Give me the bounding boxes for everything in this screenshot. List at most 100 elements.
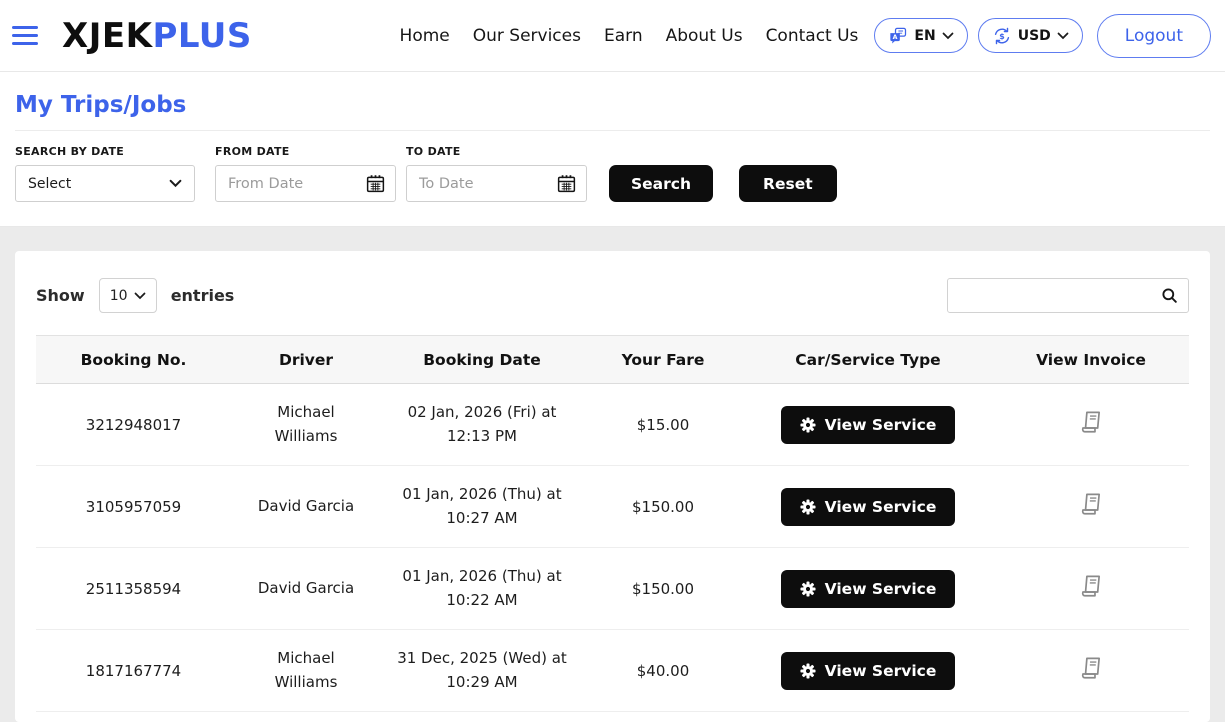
booking-no-cell: 3105957059 [36, 466, 231, 548]
col-view-invoice: View Invoice [993, 336, 1189, 384]
gear-icon [800, 417, 816, 433]
table-search-field [947, 278, 1189, 313]
driver-cell: Michael Williams [231, 384, 381, 466]
search-icon[interactable] [1160, 286, 1179, 305]
col-your-fare: Your Fare [583, 336, 743, 384]
service-type-cell: View Service [743, 630, 993, 712]
svg-text:A: A [893, 34, 898, 41]
fare-cell: $150.00 [583, 548, 743, 630]
gear-icon [800, 581, 816, 597]
content-area: Show 10 entries Booking [0, 227, 1225, 722]
service-type-cell: View Service [743, 466, 993, 548]
currency-selector[interactable]: $ USD [978, 18, 1083, 53]
svg-text:$: $ [999, 31, 1005, 40]
language-selector[interactable]: A EN [874, 18, 967, 53]
trips-table: Booking No. Driver Booking Date Your Far… [36, 335, 1189, 712]
fare-cell: $40.00 [583, 630, 743, 712]
view-service-button[interactable]: View Service [781, 488, 956, 526]
page-title: My Trips/Jobs [15, 92, 1210, 130]
search-button[interactable]: Search [609, 165, 713, 202]
table-search-input[interactable] [958, 288, 1160, 304]
search-by-date-label: SEARCH BY DATE [15, 145, 195, 158]
title-section: My Trips/Jobs [0, 72, 1225, 131]
table-row: 3105957059 David Garcia 01 Jan, 2026 (Th… [36, 466, 1189, 548]
trips-table-body: 3212948017 Michael Williams 02 Jan, 2026… [36, 384, 1189, 712]
logo-text-blue: PLUS [152, 16, 251, 56]
view-service-label: View Service [825, 580, 937, 598]
booking-date-cell: 31 Dec, 2025 (Wed) at 10:29 AM [381, 630, 583, 712]
driver-cell: David Garcia [231, 548, 381, 630]
invoice-cell [993, 466, 1189, 548]
nav-contact-us[interactable]: Contact Us [766, 26, 859, 46]
booking-date-cell: 02 Jan, 2026 (Fri) at 12:13 PM [381, 384, 583, 466]
filters-bar: SEARCH BY DATE Select FROM DATE TO DATE [0, 131, 1225, 227]
driver-cell: Michael Williams [231, 630, 381, 712]
from-date-label: FROM DATE [215, 145, 396, 158]
invoice-cell [993, 384, 1189, 466]
view-invoice-icon[interactable] [1078, 573, 1105, 600]
entries-label: entries [171, 286, 235, 305]
nav-our-services[interactable]: Our Services [473, 26, 581, 46]
gear-icon [800, 499, 816, 515]
currency-exchange-icon: $ [992, 26, 1012, 46]
view-invoice-icon[interactable] [1078, 655, 1105, 682]
fare-cell: $150.00 [583, 466, 743, 548]
booking-no-cell: 1817167774 [36, 630, 231, 712]
view-invoice-icon[interactable] [1078, 409, 1105, 436]
app-logo[interactable]: XJEK PLUS [62, 16, 252, 56]
view-service-button[interactable]: View Service [781, 652, 956, 690]
view-service-label: View Service [825, 498, 937, 516]
calendar-icon[interactable] [556, 173, 577, 194]
nav-about-us[interactable]: About Us [666, 26, 743, 46]
page-size-value: 10 [110, 288, 128, 304]
driver-cell: David Garcia [231, 466, 381, 548]
nav-home[interactable]: Home [400, 26, 450, 46]
service-type-cell: View Service [743, 548, 993, 630]
search-by-date-value: Select [28, 176, 71, 192]
gear-icon [800, 663, 816, 679]
logo-text-black: XJEK [62, 16, 152, 56]
main-nav: Home Our Services Earn About Us Contact … [400, 26, 859, 46]
table-controls: Show 10 entries [36, 278, 1189, 313]
app-header: XJEK PLUS Home Our Services Earn About U… [0, 0, 1225, 72]
translate-icon: A [888, 26, 908, 46]
fare-cell: $15.00 [583, 384, 743, 466]
booking-date-cell: 01 Jan, 2026 (Thu) at 10:22 AM [381, 548, 583, 630]
to-date-input[interactable] [419, 176, 556, 192]
col-booking-no: Booking No. [36, 336, 231, 384]
reset-button[interactable]: Reset [739, 165, 837, 202]
chevron-down-icon [1057, 32, 1069, 40]
menu-hamburger-icon[interactable] [12, 26, 38, 45]
table-header-row: Booking No. Driver Booking Date Your Far… [36, 336, 1189, 384]
invoice-cell [993, 548, 1189, 630]
view-service-label: View Service [825, 662, 937, 680]
invoice-cell [993, 630, 1189, 712]
nav-earn[interactable]: Earn [604, 26, 643, 46]
logout-button[interactable]: Logout [1097, 14, 1211, 58]
view-service-button[interactable]: View Service [781, 406, 956, 444]
from-date-field [215, 165, 396, 202]
language-value: EN [914, 28, 935, 44]
booking-date-cell: 01 Jan, 2026 (Thu) at 10:27 AM [381, 466, 583, 548]
table-row: 1817167774 Michael Williams 31 Dec, 2025… [36, 630, 1189, 712]
to-date-label: TO DATE [406, 145, 587, 158]
from-date-input[interactable] [228, 176, 365, 192]
col-service-type: Car/Service Type [743, 336, 993, 384]
calendar-icon[interactable] [365, 173, 386, 194]
currency-value: USD [1018, 28, 1051, 44]
chevron-down-icon [134, 292, 146, 300]
col-driver: Driver [231, 336, 381, 384]
search-by-date-select[interactable]: Select [15, 165, 195, 202]
booking-no-cell: 3212948017 [36, 384, 231, 466]
col-booking-date: Booking Date [381, 336, 583, 384]
chevron-down-icon [169, 179, 182, 188]
show-label: Show [36, 286, 85, 305]
table-row: 2511358594 David Garcia 01 Jan, 2026 (Th… [36, 548, 1189, 630]
trips-table-card: Show 10 entries Booking [15, 251, 1210, 722]
view-service-button[interactable]: View Service [781, 570, 956, 608]
page-size-select[interactable]: 10 [99, 278, 157, 313]
table-row: 3212948017 Michael Williams 02 Jan, 2026… [36, 384, 1189, 466]
booking-no-cell: 2511358594 [36, 548, 231, 630]
view-service-label: View Service [825, 416, 937, 434]
view-invoice-icon[interactable] [1078, 491, 1105, 518]
